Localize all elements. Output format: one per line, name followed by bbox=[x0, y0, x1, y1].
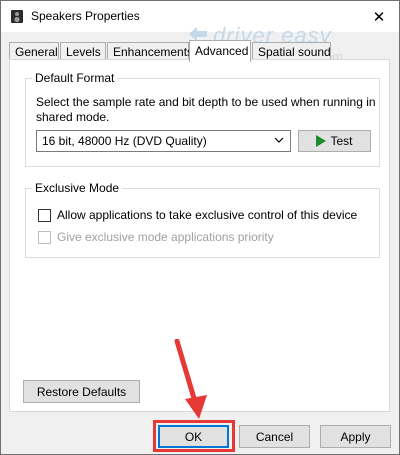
exclusive-mode-group: Exclusive Mode Allow applications to tak… bbox=[25, 181, 380, 258]
default-format-title: Default Format bbox=[32, 71, 118, 85]
checkbox-box bbox=[38, 230, 51, 244]
ok-button[interactable]: OK bbox=[158, 425, 229, 448]
cancel-button[interactable]: Cancel bbox=[239, 425, 310, 448]
test-label: Test bbox=[330, 134, 353, 148]
test-button[interactable]: Test bbox=[298, 130, 371, 152]
window-title: Speakers Properties bbox=[31, 9, 140, 23]
allow-exclusive-control-checkbox[interactable]: Allow applications to take exclusive con… bbox=[38, 208, 357, 222]
apply-button[interactable]: Apply bbox=[320, 425, 391, 448]
exclusive-priority-label: Give exclusive mode applications priorit… bbox=[57, 230, 274, 244]
checkbox-box[interactable] bbox=[38, 208, 51, 222]
sample-rate-dropdown[interactable]: 16 bit, 48000 Hz (DVD Quality) bbox=[36, 130, 291, 152]
restore-defaults-button[interactable]: Restore Defaults bbox=[23, 380, 140, 403]
play-icon bbox=[316, 135, 327, 147]
default-format-description: Select the sample rate and bit depth to … bbox=[36, 95, 376, 124]
close-icon: ✕ bbox=[372, 8, 386, 26]
chevron-down-icon bbox=[274, 137, 284, 143]
title-bar[interactable]: Speakers Properties ✕ bbox=[1, 1, 399, 32]
exclusive-mode-title: Exclusive Mode bbox=[32, 181, 123, 195]
default-format-group: Default Format Select the sample rate an… bbox=[25, 71, 380, 167]
sample-rate-value: 16 bit, 48000 Hz (DVD Quality) bbox=[42, 134, 207, 148]
speakers-properties-dialog: Speakers Properties ✕ driver easy www.Dr… bbox=[0, 0, 400, 455]
red-arrow-icon bbox=[174, 339, 207, 419]
close-button[interactable]: ✕ bbox=[359, 1, 399, 32]
allow-exclusive-control-label: Allow applications to take exclusive con… bbox=[57, 208, 358, 222]
tab-advanced[interactable]: Advanced bbox=[189, 40, 251, 62]
exclusive-priority-checkbox: Give exclusive mode applications priorit… bbox=[38, 230, 274, 244]
speaker-icon bbox=[11, 10, 23, 23]
